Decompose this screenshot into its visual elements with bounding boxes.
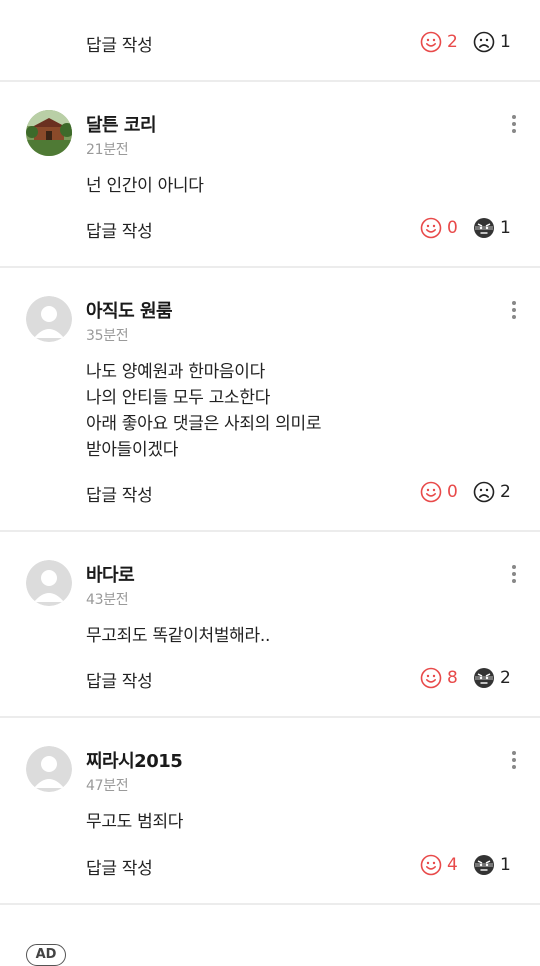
default-avatar-icon xyxy=(26,296,72,342)
avatar[interactable] xyxy=(26,560,72,606)
smile-icon xyxy=(420,31,442,53)
comment-text: 무고도 범죄다 xyxy=(86,809,183,835)
like-count: 0 xyxy=(447,218,458,238)
avatar[interactable] xyxy=(26,110,72,156)
avatar-photo-icon xyxy=(26,110,72,156)
divider xyxy=(0,530,540,532)
dislike-button[interactable]: 1 xyxy=(473,31,511,53)
comment-text-line: 무고죄도 똑같이처벌해라.. xyxy=(86,626,271,646)
sad-face-icon xyxy=(473,31,495,53)
angry-face-icon xyxy=(474,855,494,875)
default-avatar-icon xyxy=(26,560,72,606)
more-options-icon[interactable] xyxy=(504,113,524,143)
reply-button[interactable]: 답글 작성 xyxy=(86,481,153,506)
comment-text-line: 받아들이겠다 xyxy=(86,440,179,460)
avatar[interactable] xyxy=(26,296,72,342)
smile-icon xyxy=(420,217,442,239)
more-options-icon[interactable] xyxy=(504,299,524,329)
dislike-count: 1 xyxy=(500,218,511,238)
reply-button[interactable]: 답글 작성 xyxy=(86,854,153,879)
dislike-button[interactable]: 1 xyxy=(473,217,511,239)
like-button[interactable]: 0 xyxy=(420,217,458,239)
like-button[interactable]: 8 xyxy=(420,667,458,689)
like-count: 0 xyxy=(447,482,458,502)
comment-time: 43분전 xyxy=(86,592,129,608)
comment-text-line: 나의 안티들 모두 고소한다 xyxy=(86,388,271,408)
avatar[interactable] xyxy=(26,746,72,792)
sad-face-icon xyxy=(473,481,495,503)
comment-time: 35분전 xyxy=(86,328,129,344)
comment-text-line: 나도 양예원과 한마음이다 xyxy=(86,362,265,382)
reply-button[interactable]: 답글 작성 xyxy=(86,31,153,56)
like-count: 8 xyxy=(447,668,458,688)
comment-text: 나도 양예원과 한마음이다 나의 안티들 모두 고소한다 아래 좋아요 댓글은 … xyxy=(86,359,321,463)
dislike-count: 2 xyxy=(500,482,511,502)
angry-face-icon xyxy=(474,668,494,688)
comment-text: 무고죄도 똑같이처벌해라.. xyxy=(86,623,270,649)
dislike-count: 1 xyxy=(500,32,511,52)
smile-icon xyxy=(420,667,442,689)
comment-time: 21분전 xyxy=(86,142,129,158)
more-options-icon[interactable] xyxy=(504,749,524,779)
angry-face-icon xyxy=(474,218,494,238)
reply-button[interactable]: 답글 작성 xyxy=(86,217,153,242)
like-count: 4 xyxy=(447,855,458,875)
default-avatar-icon xyxy=(26,746,72,792)
like-button[interactable]: 4 xyxy=(420,854,458,876)
reply-button[interactable]: 답글 작성 xyxy=(86,667,153,692)
more-options-icon[interactable] xyxy=(504,563,524,593)
comment-text: 넌 인간이 아니다 xyxy=(86,173,204,199)
dislike-count: 2 xyxy=(500,668,511,688)
comment-author[interactable]: 바다로 xyxy=(86,561,135,587)
like-count: 2 xyxy=(447,32,458,52)
like-button[interactable]: 0 xyxy=(420,481,458,503)
smile-icon xyxy=(420,481,442,503)
divider xyxy=(0,716,540,718)
smile-icon xyxy=(420,854,442,876)
comment-author[interactable]: 찌라시2015 xyxy=(86,747,183,773)
comment-time: 47분전 xyxy=(86,778,129,794)
comment-text-line: 아래 좋아요 댓글은 사죄의 의미로 xyxy=(86,414,322,434)
divider xyxy=(0,266,540,268)
ad-badge: AD xyxy=(26,944,66,966)
divider xyxy=(0,80,540,82)
dislike-button[interactable]: 2 xyxy=(473,481,511,503)
comment-author[interactable]: 아직도 원룸 xyxy=(86,297,173,323)
dislike-button[interactable]: 1 xyxy=(473,854,511,876)
comment-text-line: 넌 인간이 아니다 xyxy=(86,176,204,196)
like-button[interactable]: 2 xyxy=(420,31,458,53)
comment-text-line: 무고도 범죄다 xyxy=(86,812,184,832)
dislike-count: 1 xyxy=(500,855,511,875)
comment-author[interactable]: 달튼 코리 xyxy=(86,111,157,137)
divider xyxy=(0,903,540,905)
dislike-button[interactable]: 2 xyxy=(473,667,511,689)
